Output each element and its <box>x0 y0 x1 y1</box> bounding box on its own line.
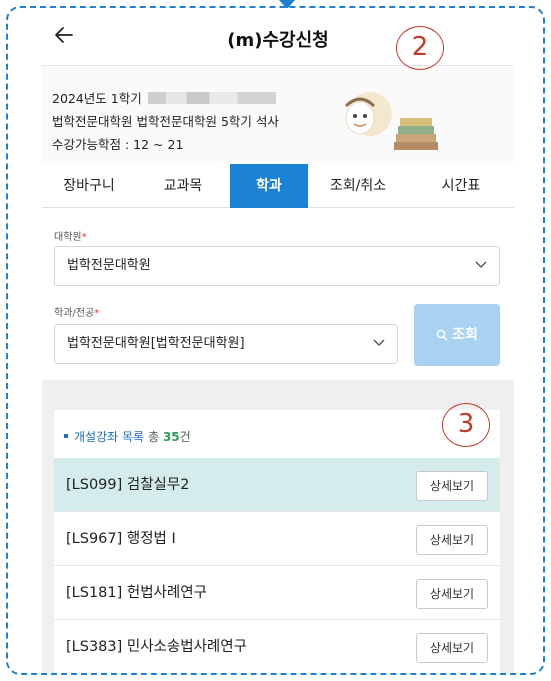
course-list-header: 개설강좌 목록 총 35건 <box>64 428 191 445</box>
course-title: [LS967] 행정법 I <box>66 531 176 547</box>
search-icon <box>436 329 448 341</box>
top-bar: (m)수강신청 <box>42 8 514 66</box>
department-label: 학과/전공* <box>54 304 99 319</box>
tab-courses[interactable]: 교과목 <box>136 164 230 208</box>
redacted-name <box>147 92 276 104</box>
required-mark: * <box>81 232 87 243</box>
callout-marker-2: 2 <box>396 26 444 70</box>
graduate-school-value: 법학전문대학원 <box>67 258 151 273</box>
course-title: [LS099] 검찰실무2 <box>66 477 190 493</box>
search-form: 대학원* 법학전문대학원 학과/전공* 법학전문대학원[법학전문대학원] 조회 <box>42 208 514 380</box>
graduate-school-select[interactable]: 법학전문대학원 <box>54 246 500 286</box>
chevron-down-icon <box>475 261 487 268</box>
graduate-school-label-text: 대학원 <box>54 232 82 243</box>
tab-inquiry-cancel[interactable]: 조회/취소 <box>308 164 408 208</box>
bullet-icon <box>64 434 68 438</box>
detail-button[interactable]: 상세보기 <box>416 579 488 609</box>
total-count: 35 <box>162 430 180 444</box>
count-unit: 건 <box>179 430 191 444</box>
required-mark: * <box>94 308 100 319</box>
tab-department[interactable]: 학과 <box>230 164 308 208</box>
credit-range-text: 수강가능학점 : 12 ~ 21 <box>52 137 184 152</box>
course-row[interactable]: [LS181] 헌법사례연구 상세보기 <box>54 566 500 620</box>
tab-bar: 장바구니 교과목 학과 조회/취소 시간표 <box>42 164 514 208</box>
program-text: 법학전문대학원 법학전문대학원 5학기 석사 <box>52 114 279 129</box>
course-row[interactable]: [LS383] 민사소송법사례연구 상세보기 <box>54 620 500 673</box>
department-label-text: 학과/전공 <box>54 308 95 319</box>
detail-button[interactable]: 상세보기 <box>416 633 488 663</box>
course-title: [LS181] 헌법사례연구 <box>66 585 207 601</box>
course-title: [LS383] 민사소송법사례연구 <box>66 639 247 655</box>
course-list: 개설강좌 목록 총 35건 [LS099] 검찰실무2 상세보기 [LS967] … <box>54 410 500 673</box>
search-button[interactable]: 조회 <box>414 304 500 366</box>
search-button-label: 조회 <box>452 327 478 343</box>
course-row[interactable]: [LS099] 검찰실무2 상세보기 <box>54 458 500 512</box>
total-label: 총 <box>148 430 160 444</box>
department-value: 법학전문대학원[법학전문대학원] <box>67 336 245 351</box>
app-screen: (m)수강신청 2024년도 1학기 법학전문대학원 법학전문대학원 5학기 석… <box>42 8 514 673</box>
tab-cart[interactable]: 장바구니 <box>42 164 136 208</box>
graduate-school-label: 대학원* <box>54 228 87 243</box>
semester-line: 2024년도 1학기 <box>52 88 276 107</box>
list-heading: 개설강좌 목록 <box>74 430 145 444</box>
chevron-down-icon <box>373 339 385 346</box>
course-row[interactable]: [LS967] 행정법 I 상세보기 <box>54 512 500 566</box>
semester-text: 2024년도 1학기 <box>52 91 142 106</box>
callout-marker-3: 3 <box>442 403 490 447</box>
student-info-panel: 2024년도 1학기 법학전문대학원 법학전문대학원 5학기 석사 수강가능학점… <box>42 66 514 164</box>
mascot-illustration <box>344 92 438 150</box>
detail-button[interactable]: 상세보기 <box>416 525 488 555</box>
department-select[interactable]: 법학전문대학원[법학전문대학원] <box>54 324 398 364</box>
tab-timetable[interactable]: 시간표 <box>408 164 514 208</box>
detail-button[interactable]: 상세보기 <box>416 471 488 501</box>
